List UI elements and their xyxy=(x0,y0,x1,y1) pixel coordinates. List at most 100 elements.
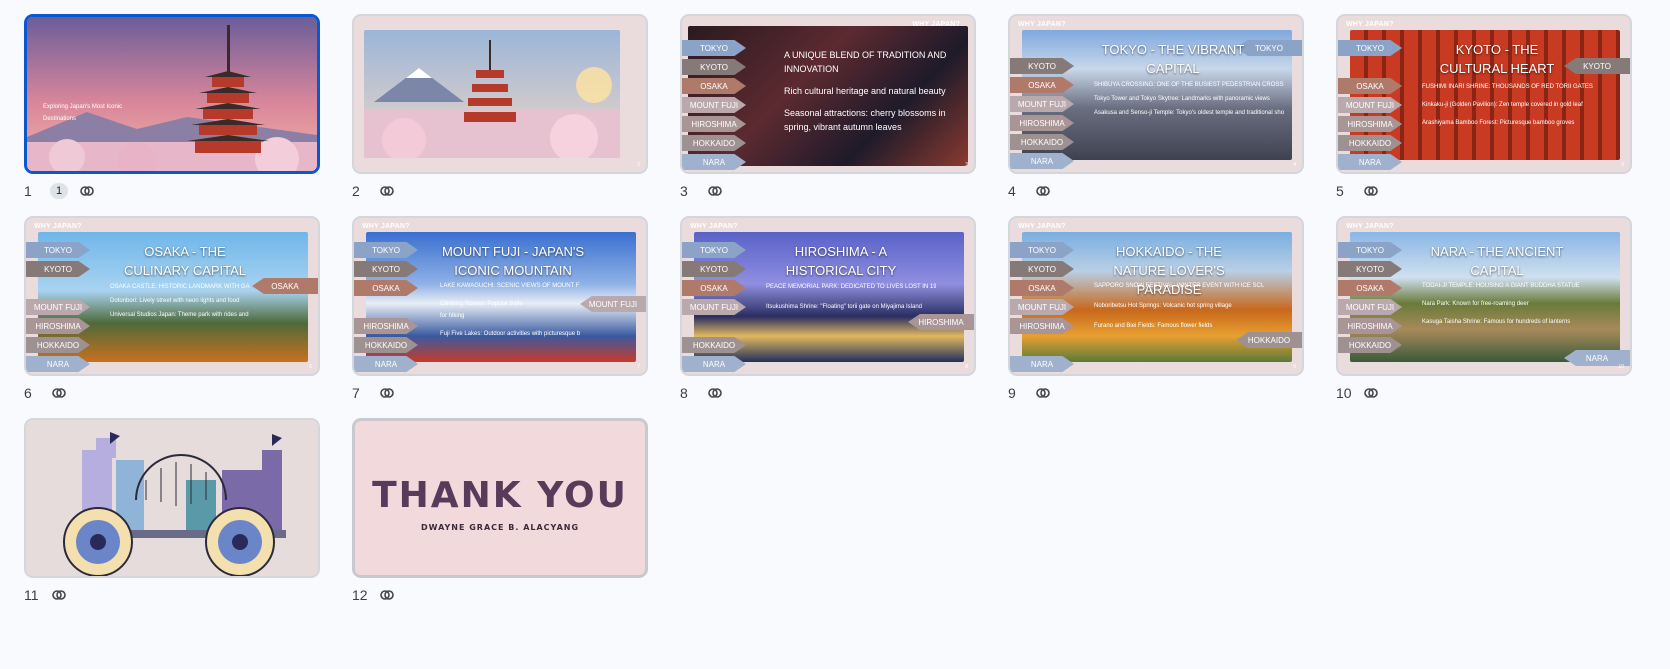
slide-thumbnail[interactable]: WHY JAPAN? TOKYO OSAKA MOUNT FUJI HIROSH… xyxy=(1336,14,1632,174)
slide-number: 12 xyxy=(352,587,368,603)
slide-thumbnail[interactable]: WHY JAPAN? TOKYO KYOTO OSAKA MOUNT FUJI … xyxy=(1336,216,1632,376)
nav-tab[interactable]: HIROSHIMA xyxy=(1010,318,1074,334)
slide-cell[interactable]: 11 xyxy=(24,418,324,603)
nav-tab[interactable]: MOUNT FUJI xyxy=(1338,97,1402,113)
slide-thumbnail[interactable]: WHY JAPAN? KYOTO OSAKA MOUNT FUJI HIROSH… xyxy=(1008,14,1304,174)
slide-thumbnail[interactable]: WHY JAPAN? TOKYO KYOTO OSAKA HIROSHIMA H… xyxy=(352,216,648,376)
nav-tab[interactable]: KYOTO xyxy=(1010,58,1074,74)
active-tab[interactable]: KYOTO xyxy=(1564,58,1630,74)
nav-tab[interactable]: HOKKAIDO xyxy=(1338,337,1402,353)
nav-tab[interactable]: HIROSHIMA xyxy=(1010,115,1074,131)
nav-tab[interactable]: KYOTO xyxy=(354,261,418,277)
nav-tab[interactable]: MOUNT FUJI xyxy=(26,299,90,315)
nav-tab[interactable]: HOKKAIDO xyxy=(354,337,418,353)
nav-tab[interactable]: TOKYO xyxy=(1338,40,1402,56)
nav-tab[interactable]: KYOTO xyxy=(682,261,746,277)
pagoda-sunset-image xyxy=(27,17,317,171)
active-tab[interactable]: MOUNT FUJI xyxy=(580,296,646,312)
slide-thumbnail[interactable]: WHY JAPAN? TOKYO KYOTO OSAKA MOUNT FUJI … xyxy=(680,216,976,376)
nav-tab[interactable]: HOKKAIDO xyxy=(1010,134,1074,150)
link-icon[interactable] xyxy=(706,384,724,402)
bullet: FUSHIMI INARI SHRINE: THOUSANDS OF RED T… xyxy=(1422,84,1593,90)
slide-cell[interactable]: WHY JAPAN? TOKYO KYOTO OSAKA MOUNT FUJI … xyxy=(680,216,980,401)
slide-cell[interactable]: WHY JAPAN? TOKYO KYOTO OSAKA MOUNT FUJI … xyxy=(1008,216,1308,401)
nav-tab[interactable]: HIROSHIMA xyxy=(1338,116,1402,132)
active-tab[interactable]: HOKKAIDO xyxy=(1236,332,1302,348)
nav-tab[interactable]: NARA xyxy=(1010,356,1074,372)
link-icon[interactable] xyxy=(1362,384,1380,402)
slide-cell[interactable]: 2 2 xyxy=(352,14,652,199)
nav-tab[interactable]: HIROSHIMA xyxy=(1338,318,1402,334)
slide-thumbnail[interactable]: THANK YOU DWAYNE GRACE B. ALACYANG xyxy=(352,418,648,578)
nav-tab[interactable]: HOKKAIDO xyxy=(682,337,746,353)
nav-tab[interactable]: MOUNT FUJI xyxy=(682,299,746,315)
link-icon[interactable] xyxy=(50,586,68,604)
slide-cell[interactable]: THANK YOU DWAYNE GRACE B. ALACYANG 12 xyxy=(352,418,652,603)
slide-thumbnail[interactable] xyxy=(24,418,320,578)
nav-tab[interactable]: KYOTO xyxy=(682,59,746,75)
nav-tab[interactable]: TOKYO xyxy=(682,242,746,258)
slide-cell[interactable]: WHY JAPAN? KYOTO OSAKA MOUNT FUJI HIROSH… xyxy=(1008,14,1308,199)
link-icon[interactable] xyxy=(378,586,396,604)
slide-thumbnail[interactable]: Exploring Japan's Most Iconic Destinatio… xyxy=(24,14,320,174)
slide-thumbnail[interactable]: 2 xyxy=(352,14,648,174)
nav-tab[interactable]: TOKYO xyxy=(26,242,90,258)
nav-tab[interactable]: KYOTO xyxy=(1010,261,1074,277)
nav-tab[interactable]: TOKYO xyxy=(1010,242,1074,258)
nav-tab[interactable]: HIROSHIMA xyxy=(26,318,90,334)
link-icon[interactable] xyxy=(78,182,96,200)
slide-cell[interactable]: Exploring Japan's Most Iconic Destinatio… xyxy=(24,14,324,199)
nav-tab[interactable]: OSAKA xyxy=(682,78,746,94)
slide-cell[interactable]: WHY JAPAN? TOKYO KYOTO MOUNT FUJI HIROSH… xyxy=(24,216,324,401)
nav-tab[interactable]: HOKKAIDO xyxy=(26,337,90,353)
nav-tab[interactable]: MOUNT FUJI xyxy=(1010,96,1074,112)
page-number: 9 xyxy=(1293,364,1296,370)
slide-thumbnail[interactable]: WHY JAPAN? TOKYO KYOTO OSAKA MOUNT FUJI … xyxy=(1008,216,1304,376)
nav-tab[interactable]: HOKKAIDO xyxy=(1338,135,1402,151)
link-icon[interactable] xyxy=(378,182,396,200)
link-icon[interactable] xyxy=(50,384,68,402)
slide-meta: 6 xyxy=(24,382,68,404)
nav-tabs: TOKYO KYOTO MOUNT FUJI HIROSHIMA HOKKAID… xyxy=(26,242,90,372)
nav-tabs: KYOTO OSAKA MOUNT FUJI HIROSHIMA HOKKAID… xyxy=(1010,58,1074,169)
nav-tab[interactable]: MOUNT FUJI xyxy=(682,97,746,113)
link-icon[interactable] xyxy=(706,182,724,200)
nav-tab[interactable]: NARA xyxy=(26,356,90,372)
nav-tab[interactable]: OSAKA xyxy=(682,280,746,296)
nav-tab[interactable]: HOKKAIDO xyxy=(682,135,746,151)
nav-tab[interactable]: NARA xyxy=(354,356,418,372)
nav-tab[interactable]: NARA xyxy=(682,356,746,372)
comment-badge[interactable]: 1 xyxy=(50,183,69,199)
nav-tab[interactable]: KYOTO xyxy=(1338,261,1402,277)
active-tab[interactable]: OSAKA xyxy=(252,278,318,294)
slide-thumbnail[interactable]: WHY JAPAN? TOKYO KYOTO MOUNT FUJI HIROSH… xyxy=(24,216,320,376)
nav-tab[interactable]: NARA xyxy=(682,154,746,170)
nav-tab[interactable]: NARA xyxy=(1338,154,1402,170)
link-icon[interactable] xyxy=(378,384,396,402)
nav-tab[interactable]: MOUNT FUJI xyxy=(1010,299,1074,315)
slide-cell[interactable]: WHY JAPAN? TOKYO KYOTO OSAKA MOUNT FUJI … xyxy=(680,14,980,199)
slide-cell[interactable]: WHY JAPAN? TOKYO OSAKA MOUNT FUJI HIROSH… xyxy=(1336,14,1636,199)
nav-tab[interactable]: OSAKA xyxy=(1338,280,1402,296)
nav-tab[interactable]: HIROSHIMA xyxy=(354,318,418,334)
nav-tab[interactable]: OSAKA xyxy=(1010,280,1074,296)
link-icon[interactable] xyxy=(1362,182,1380,200)
nav-tab[interactable]: TOKYO xyxy=(1338,242,1402,258)
nav-tab[interactable]: OSAKA xyxy=(1338,78,1402,94)
slide-thumbnail[interactable]: WHY JAPAN? TOKYO KYOTO OSAKA MOUNT FUJI … xyxy=(680,14,976,174)
nav-tab[interactable]: OSAKA xyxy=(354,280,418,296)
nav-tab[interactable]: HIROSHIMA xyxy=(682,116,746,132)
slide-grid: Exploring Japan's Most Iconic Destinatio… xyxy=(24,14,1636,603)
slide-cell[interactable]: WHY JAPAN? TOKYO KYOTO OSAKA HIROSHIMA H… xyxy=(352,216,652,401)
active-tab[interactable]: HIROSHIMA xyxy=(908,314,974,330)
link-icon[interactable] xyxy=(1034,182,1052,200)
nav-tab[interactable]: TOKYO xyxy=(354,242,418,258)
nav-tab[interactable]: TOKYO xyxy=(682,40,746,56)
slide-cell[interactable]: WHY JAPAN? TOKYO KYOTO OSAKA MOUNT FUJI … xyxy=(1336,216,1636,401)
nav-tab[interactable]: NARA xyxy=(1010,153,1074,169)
nav-tab[interactable]: MOUNT FUJI xyxy=(1338,299,1402,315)
nav-tab[interactable]: OSAKA xyxy=(1010,77,1074,93)
nav-tab[interactable]: KYOTO xyxy=(26,261,90,277)
link-icon[interactable] xyxy=(1034,384,1052,402)
slide-title: HIROSHIMA - A HISTORICAL CITY xyxy=(785,244,897,278)
